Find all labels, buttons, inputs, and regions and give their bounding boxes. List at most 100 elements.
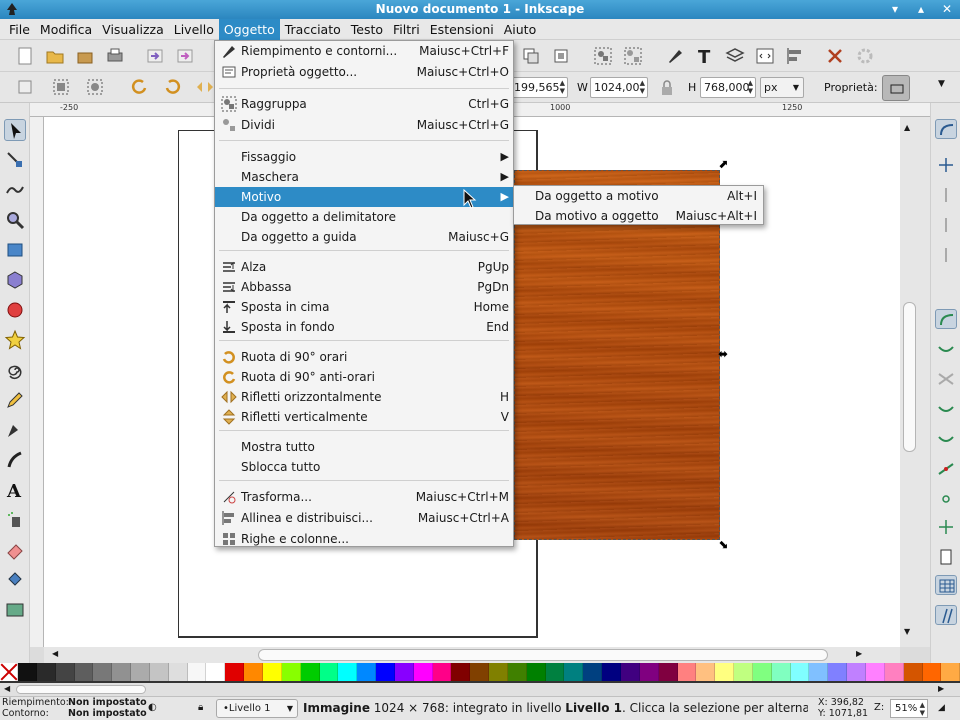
menu-modifica[interactable]: Modifica: [35, 19, 97, 40]
fill-stroke-indicator[interactable]: Riempimento:Non impostato Contorno: Non i…: [2, 697, 147, 719]
color-swatch[interactable]: [338, 663, 358, 681]
snap-nodes-icon[interactable]: [935, 309, 957, 329]
scroll-right-icon[interactable]: ▶: [938, 684, 944, 693]
zoom-spinner-icon[interactable]: ▲ ▼: [920, 701, 925, 717]
vertical-scroll-thumb[interactable]: [903, 302, 916, 452]
spray-tool-icon[interactable]: [4, 509, 26, 531]
unit-select[interactable]: px ▼: [760, 77, 804, 98]
menu-item-object-to-pattern[interactable]: Da oggetto a motivo Alt+I: [514, 186, 763, 206]
menu-item-rifletti-orizzontalmente[interactable]: Rifletti orizzontalmente H: [215, 387, 513, 407]
menu-item-ruota-di-90-orari[interactable]: Ruota di 90° orari: [215, 347, 513, 367]
scroll-left-icon[interactable]: ◀: [52, 649, 58, 658]
color-swatch[interactable]: [677, 663, 697, 681]
xml-editor-icon[interactable]: [754, 45, 776, 67]
color-swatch[interactable]: [884, 663, 904, 681]
rotate-cw-icon[interactable]: [162, 76, 184, 98]
menu-item-trasforma[interactable]: Trasforma... Maiusc+Ctrl+M: [215, 487, 513, 507]
zoom-tool-icon[interactable]: [4, 209, 26, 231]
color-swatch[interactable]: [658, 663, 678, 681]
invert-selection-icon[interactable]: [84, 76, 106, 98]
color-swatch[interactable]: [262, 663, 282, 681]
menu-aiuto[interactable]: Aiuto: [499, 19, 542, 40]
menu-item-da-oggetto-a-delimitatore[interactable]: Da oggetto a delimitatore: [215, 207, 513, 227]
menu-item-riempimento-e-contorni[interactable]: Riempimento e contorni... Maiusc+Ctrl+F: [215, 41, 513, 61]
color-swatch[interactable]: [621, 663, 640, 681]
no-paint-swatch[interactable]: [0, 663, 18, 681]
height-spinner-icon[interactable]: ▲ ▼: [748, 79, 753, 95]
menu-item-ruota-di-90-anti-orari[interactable]: Ruota di 90° anti-orari: [215, 367, 513, 387]
new-document-icon[interactable]: [14, 45, 36, 67]
scroll-right-icon[interactable]: ▶: [856, 649, 862, 658]
resize-grip-icon[interactable]: ◢: [938, 703, 945, 713]
color-swatch[interactable]: [93, 663, 113, 681]
width-field[interactable]: 1024,00 ▲ ▼: [590, 77, 648, 98]
color-swatch[interactable]: [922, 663, 942, 681]
horizontal-scrollbar[interactable]: ◀ ▶: [44, 647, 900, 663]
snap-guides-icon[interactable]: [935, 605, 957, 625]
color-swatch[interactable]: [809, 663, 829, 681]
menu-item-allinea-e-distribuisci[interactable]: Allinea e distribuisci... Maiusc+Ctrl+A: [215, 508, 513, 528]
menu-item-mostra-tutto[interactable]: Mostra tutto: [215, 437, 513, 457]
fill-stroke-icon[interactable]: [664, 45, 686, 67]
menu-item-raggruppa[interactable]: Raggruppa Ctrl+G: [215, 94, 513, 114]
color-swatch[interactable]: [847, 663, 866, 681]
menu-testo[interactable]: Testo: [346, 19, 388, 40]
scale-handle-icon[interactable]: ⬈: [718, 157, 728, 171]
transform-affect-icon[interactable]: [882, 75, 910, 101]
paint-bucket-tool-icon[interactable]: [4, 569, 26, 591]
snap-rotation-center-icon[interactable]: [935, 517, 957, 537]
color-swatch[interactable]: [206, 663, 226, 681]
import-icon[interactable]: [144, 45, 166, 67]
color-swatch[interactable]: [602, 663, 621, 681]
color-swatch[interactable]: [432, 663, 452, 681]
color-swatch[interactable]: [149, 663, 169, 681]
save-icon[interactable]: [74, 45, 96, 67]
gradient-tool-icon[interactable]: [4, 599, 26, 621]
menu-livello[interactable]: Livello: [169, 19, 219, 40]
ellipse-tool-icon[interactable]: [4, 299, 26, 321]
clone-icon[interactable]: [550, 45, 572, 67]
menu-file[interactable]: File: [4, 19, 35, 40]
spiral-tool-icon[interactable]: [4, 359, 26, 381]
snap-bbox-corners-icon[interactable]: [935, 215, 957, 235]
menu-tracciato[interactable]: Tracciato: [280, 19, 346, 40]
color-swatch[interactable]: [583, 663, 603, 681]
color-swatch[interactable]: [734, 663, 753, 681]
select-all-layers-icon[interactable]: [50, 76, 72, 98]
color-swatch[interactable]: [36, 663, 56, 681]
eraser-tool-icon[interactable]: [4, 539, 26, 561]
scroll-up-icon[interactable]: ▲: [904, 123, 910, 132]
snap-grid-icon[interactable]: [935, 575, 957, 595]
color-swatch[interactable]: [357, 663, 377, 681]
snap-cusp-nodes-icon[interactable]: [935, 399, 957, 419]
node-tool-icon[interactable]: [4, 149, 26, 171]
color-swatch[interactable]: [564, 663, 584, 681]
color-swatch[interactable]: [18, 663, 37, 681]
menu-item-abbassa[interactable]: Abbassa PgDn: [215, 277, 513, 297]
snap-smooth-nodes-icon[interactable]: [935, 429, 957, 449]
color-swatch[interactable]: [376, 663, 395, 681]
text-font-icon[interactable]: T: [694, 45, 716, 68]
menu-item-rifletti-verticalmente[interactable]: Rifletti verticalmente V: [215, 407, 513, 427]
color-swatch[interactable]: [281, 663, 301, 681]
minimize-icon[interactable]: ▾: [888, 2, 902, 16]
snap-midpoints-icon[interactable]: [935, 459, 957, 479]
vertical-scrollbar[interactable]: ▲ ▼: [900, 117, 930, 647]
color-swatch[interactable]: [131, 663, 150, 681]
color-swatch[interactable]: [696, 663, 716, 681]
flip-horizontal-icon[interactable]: [194, 76, 216, 98]
color-swatch[interactable]: [112, 663, 132, 681]
color-swatch[interactable]: [771, 663, 791, 681]
menu-filtri[interactable]: Filtri: [388, 19, 425, 40]
layer-lock-icon[interactable]: 🔒︎: [198, 702, 203, 713]
tweak-tool-icon[interactable]: [4, 179, 26, 201]
color-swatch[interactable]: [715, 663, 735, 681]
menu-item-propriet-oggetto[interactable]: Proprietà oggetto... Maiusc+Ctrl+O: [215, 62, 513, 82]
close-icon[interactable]: ✕: [940, 2, 954, 16]
pen-tool-icon[interactable]: [4, 419, 26, 441]
pencil-tool-icon[interactable]: [4, 389, 26, 411]
color-swatch[interactable]: [639, 663, 659, 681]
selector-tool-icon[interactable]: [4, 119, 26, 141]
menu-estensioni[interactable]: Estensioni: [425, 19, 499, 40]
color-swatch[interactable]: [790, 663, 810, 681]
